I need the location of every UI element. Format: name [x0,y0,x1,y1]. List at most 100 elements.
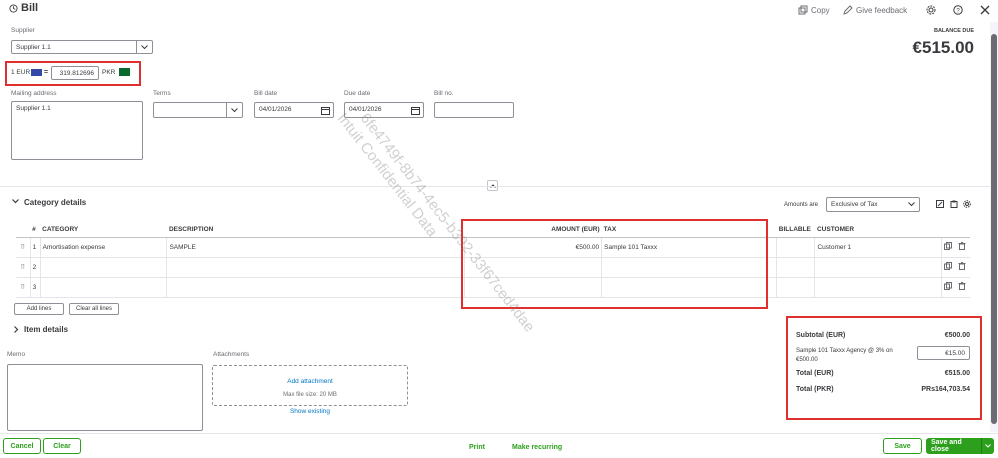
attachments-label: Attachments [213,351,250,358]
print-link[interactable]: Print [469,444,485,451]
show-existing-link[interactable]: Show existing [212,408,408,415]
drag-handle-icon[interactable]: ⠿ [16,277,31,298]
item-details-title[interactable]: Item details [24,325,68,334]
row-actions [941,257,970,278]
section-divider [0,186,990,187]
add-attachment-link[interactable]: Add attachment [213,378,407,385]
make-recurring-link[interactable]: Make recurring [512,444,562,451]
copy-row-icon[interactable] [944,282,953,292]
cancel-button[interactable]: Cancel [3,438,41,454]
row-billable[interactable] [776,257,816,278]
bill-date-value: 04/01/2026 [259,106,292,113]
row-description[interactable] [166,257,466,278]
item-details-toggle-icon[interactable] [14,326,19,335]
feedback-label: Give feedback [856,5,908,15]
clear-button[interactable]: Clear [43,438,81,454]
scrollbar-thumb[interactable] [991,34,997,424]
calendar-icon[interactable] [411,106,420,117]
gear-icon[interactable] [926,5,936,17]
memo-label: Memo [7,351,26,358]
history-icon[interactable] [9,4,18,15]
row-billable[interactable] [776,237,816,258]
subtotal-value: €500.00 [944,332,970,339]
due-date-input[interactable]: 04/01/2026 [344,102,424,118]
close-icon[interactable] [980,5,990,17]
clear-all-lines-button[interactable]: Clear all lines [69,303,119,315]
chevron-down-icon [136,41,152,53]
chevron-down-icon [908,202,915,207]
calendar-icon[interactable] [321,106,330,117]
row-description[interactable]: SAMPLE [166,237,466,258]
trash-icon[interactable] [958,262,966,272]
mailing-address-value: Supplier 1.1 [16,105,51,112]
amount-tax-highlight [461,219,768,309]
give-feedback-button[interactable]: Give feedback [843,5,907,15]
bill-no-input[interactable] [434,102,514,118]
edit-icon[interactable] [936,200,944,210]
due-date-label: Due date [344,90,371,97]
total-pkr-label: Total (PKR) [796,386,834,393]
total-eur-value: €515.00 [944,370,970,377]
column-header-number: # [30,222,41,238]
column-header-category: CATEGORY [40,222,167,238]
gear-icon[interactable] [963,200,971,210]
mailing-address-label: Mailing address [11,90,57,97]
chevron-down-icon[interactable] [981,438,993,454]
category-details-title[interactable]: Category details [24,198,86,207]
balance-due-label: BALANCE DUE [933,28,974,34]
bill-date-input[interactable]: 04/01/2026 [254,102,334,118]
max-file-size-text: Max file size: 20 MB [283,392,337,398]
copy-label: Copy [811,5,830,15]
row-category[interactable] [40,277,168,298]
feedback-icon [843,5,853,15]
pk-flag-icon [119,68,130,76]
help-icon[interactable]: ? [953,5,963,17]
scrollbar-track[interactable] [990,22,998,432]
terms-select[interactable] [153,102,243,118]
memo-textarea[interactable] [7,364,203,431]
drag-handle-icon[interactable]: ⠿ [16,257,31,278]
equals-sign: = [44,69,49,76]
drag-handle-icon[interactable]: ⠿ [16,237,31,258]
chevron-down-icon [226,103,242,117]
row-number: 2 [30,257,41,278]
trash-icon[interactable] [958,282,966,292]
currency-target: PKR [102,69,116,76]
total-pkr-value: PRs164,703.54 [921,386,970,393]
attachments-dropzone[interactable]: Add attachment Max file size: 20 MB [212,365,408,406]
amounts-are-value: Exclusive of Tax [831,201,878,208]
copy-row-icon[interactable] [944,242,953,252]
row-number: 1 [30,237,41,258]
copy-button[interactable]: Copy [798,5,830,15]
copy-icon [798,5,808,15]
clipboard-icon[interactable] [950,200,958,210]
exchange-rate-input[interactable]: 319.812696 [51,66,99,80]
save-and-close-button[interactable]: Save and close [926,438,994,454]
footer-bar [0,433,998,458]
row-category[interactable]: Amortisation expense [40,237,168,258]
add-lines-button[interactable]: Add lines [14,303,64,315]
category-toggle-icon[interactable] [12,199,19,206]
page-title: Bill [21,2,39,14]
trash-icon[interactable] [958,242,966,252]
row-billable[interactable] [776,277,816,298]
save-and-close-label: Save and close [931,439,962,453]
total-eur-label: Total (EUR) [796,370,834,377]
row-description[interactable] [166,277,466,298]
column-header-billable: BILLABLE [776,222,815,238]
copy-row-icon[interactable] [944,262,953,272]
tax-agency-label: Sample 101 Taxxx Agency @ 3% on €500.00 [796,348,893,363]
amounts-are-select[interactable]: Exclusive of Tax [826,197,920,212]
save-button[interactable]: Save [883,438,922,454]
currency-base: 1 EUR [11,69,31,76]
mailing-address-field[interactable]: Supplier 1.1 [11,101,143,160]
column-header-customer: CUSTOMER [814,222,942,238]
terms-label: Terms [153,90,171,97]
amounts-are-label: Amounts are [784,202,819,208]
row-customer[interactable] [814,257,943,278]
supplier-select[interactable]: Supplier 1.1 [11,40,153,54]
tax-amount-input[interactable]: €15.00 [917,346,970,360]
row-category[interactable] [40,257,168,278]
row-customer[interactable] [814,277,943,298]
row-customer[interactable]: Customer 1 [814,237,943,258]
